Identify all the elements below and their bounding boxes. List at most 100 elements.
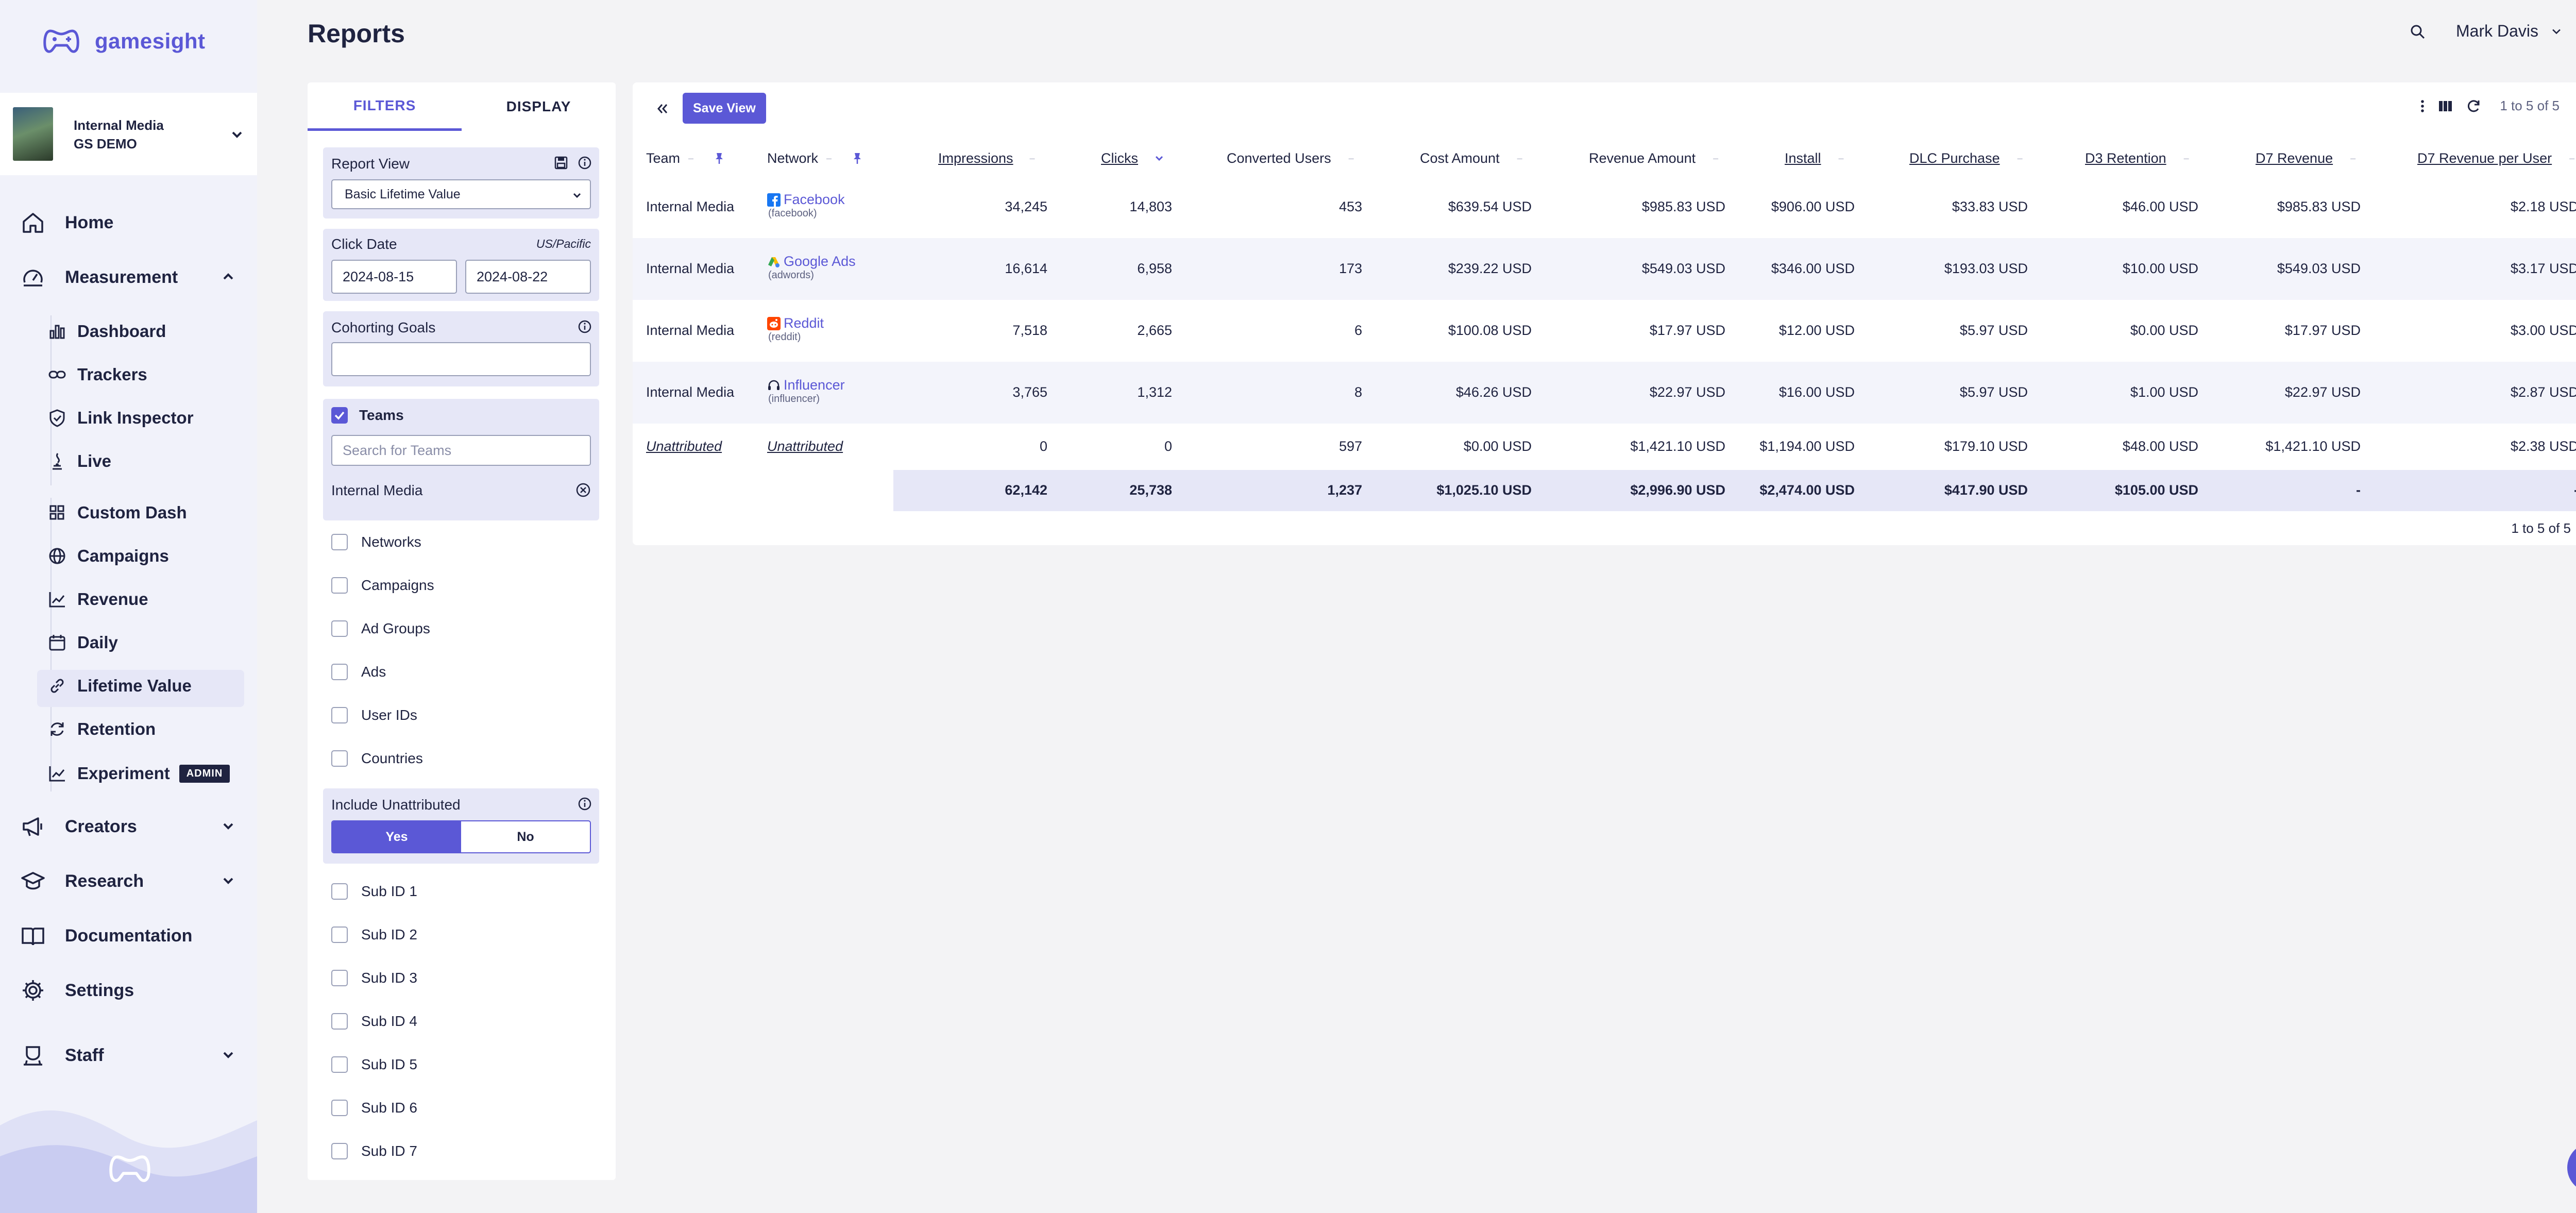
teams-checkbox[interactable]: [331, 407, 348, 424]
column-header-clicks[interactable]: Clicks: [1101, 140, 1165, 176]
columns-icon[interactable]: [2438, 99, 2453, 113]
yes-button[interactable]: Yes: [332, 821, 461, 852]
user-menu[interactable]: Mark Davis: [2456, 22, 2563, 41]
column-header-install[interactable]: Install –: [1785, 140, 1844, 176]
app-logo[interactable]: gamesight: [43, 28, 206, 55]
sub-id-4-checkbox[interactable]: [331, 1013, 348, 1030]
org-switcher[interactable]: Internal Media GS DEMO: [0, 93, 257, 175]
save-icon[interactable]: [554, 156, 568, 170]
column-header-d7-revenue-per-user[interactable]: D7 Revenue per User –: [2417, 140, 2574, 176]
nav-dashboard[interactable]: Dashboard: [47, 322, 166, 341]
date-end-input[interactable]: 2024-08-22: [465, 260, 591, 294]
ads-checkbox[interactable]: [331, 664, 348, 680]
info-icon[interactable]: [578, 319, 592, 334]
campaigns-checkbox[interactable]: [331, 577, 348, 594]
network-link[interactable]: Google Ads: [767, 254, 856, 269]
info-icon[interactable]: [578, 156, 592, 170]
user-ids-option[interactable]: User IDs: [331, 707, 417, 723]
network-name[interactable]: Google Ads: [784, 254, 856, 269]
column-header-converted-users[interactable]: Converted Users –: [1227, 140, 1354, 176]
collapse-panel-icon[interactable]: [654, 101, 670, 116]
column-header-dlc-purchase[interactable]: DLC Purchase –: [1909, 140, 2023, 176]
nav-lifetime-value[interactable]: Lifetime Value: [47, 676, 192, 696]
sub-id-option[interactable]: Sub ID 2: [331, 926, 417, 943]
chevron-down-icon[interactable]: [221, 873, 236, 888]
sub-id-option[interactable]: Sub ID 7: [331, 1143, 417, 1159]
sub-id-option[interactable]: Sub ID 1: [331, 883, 417, 900]
network-name[interactable]: Influencer: [784, 377, 845, 393]
revenue-amount-cell: $17.97 USD: [1649, 323, 1725, 338]
tab-filters[interactable]: FILTERS: [308, 82, 462, 131]
networks-option[interactable]: Networks: [331, 534, 421, 550]
nav-documentation[interactable]: Documentation: [21, 923, 192, 948]
column-header-d3-retention[interactable]: D3 Retention –: [2085, 140, 2189, 176]
network-name[interactable]: Facebook: [784, 192, 845, 208]
ad-groups-checkbox[interactable]: [331, 620, 348, 637]
network-name[interactable]: Reddit: [784, 315, 824, 331]
date-start-input[interactable]: 2024-08-15: [331, 260, 457, 294]
sub-id-option[interactable]: Sub ID 4: [331, 1013, 417, 1030]
nav-campaigns[interactable]: Campaigns: [47, 546, 169, 566]
countries-option[interactable]: Countries: [331, 750, 423, 767]
column-header-network[interactable]: Network –: [767, 140, 862, 176]
nav-creators[interactable]: Creators: [21, 814, 137, 839]
nav-live[interactable]: Live: [47, 451, 111, 471]
cohorting-goals-input[interactable]: [331, 342, 591, 376]
chat-button[interactable]: [2567, 1143, 2576, 1192]
chevron-down-icon[interactable]: [221, 818, 236, 834]
nav-trackers[interactable]: Trackers: [47, 365, 147, 384]
networks-checkbox[interactable]: [331, 534, 348, 550]
chevron-down-icon[interactable]: [221, 1047, 236, 1063]
nav-research[interactable]: Research: [21, 869, 144, 894]
nav-staff[interactable]: Staff: [21, 1043, 104, 1068]
teams-search-input[interactable]: Search for Teams: [331, 435, 591, 466]
nav-daily[interactable]: Daily: [47, 633, 118, 652]
column-header-cost-amount[interactable]: Cost Amount –: [1420, 140, 1522, 176]
column-header-revenue-amount[interactable]: Revenue Amount –: [1589, 140, 1718, 176]
nav-experiment[interactable]: Experiment ADMIN: [47, 764, 230, 783]
user-ids-checkbox[interactable]: [331, 707, 348, 723]
report-view-select[interactable]: Basic Lifetime Value: [331, 179, 591, 209]
staff-icon: [21, 1043, 45, 1068]
search-icon[interactable]: [2410, 24, 2426, 40]
info-icon[interactable]: [578, 797, 592, 811]
ad-groups-option[interactable]: Ad Groups: [331, 620, 430, 637]
chevron-up-icon[interactable]: [221, 269, 236, 284]
more-vertical-icon[interactable]: [2419, 98, 2426, 114]
pin-icon[interactable]: [852, 151, 862, 165]
column-header-team[interactable]: Team –: [646, 140, 724, 176]
campaigns-option[interactable]: Campaigns: [331, 577, 434, 594]
sub-id-7-checkbox[interactable]: [331, 1143, 348, 1159]
network-cell[interactable]: Unattributed: [767, 439, 843, 454]
impressions-cell: 3,765: [1012, 384, 1047, 400]
sub-id-3-checkbox[interactable]: [331, 970, 348, 986]
nav-revenue[interactable]: Revenue: [47, 589, 148, 609]
network-link[interactable]: Reddit: [767, 315, 824, 331]
nav-home[interactable]: Home: [21, 210, 113, 235]
remove-circle-icon[interactable]: [574, 481, 592, 499]
sub-id-2-checkbox[interactable]: [331, 926, 348, 943]
refresh-icon[interactable]: [2466, 98, 2481, 114]
countries-checkbox[interactable]: [331, 750, 348, 767]
sub-id-option[interactable]: Sub ID 6: [331, 1100, 417, 1116]
pin-icon[interactable]: [714, 151, 724, 165]
sub-id-6-checkbox[interactable]: [331, 1100, 348, 1116]
no-button[interactable]: No: [461, 821, 590, 852]
sub-id-1-checkbox[interactable]: [331, 883, 348, 900]
column-header-d7-revenue[interactable]: D7 Revenue –: [2256, 140, 2355, 176]
column-header-impressions[interactable]: Impressions –: [938, 140, 1035, 176]
nav-retention[interactable]: Retention: [47, 719, 156, 739]
nav-measurement[interactable]: Measurement: [21, 265, 178, 290]
sub-id-5-checkbox[interactable]: [331, 1056, 348, 1073]
tab-display[interactable]: DISPLAY: [462, 82, 616, 131]
nav-link-inspector[interactable]: Link Inspector: [47, 408, 194, 428]
sub-id-option[interactable]: Sub ID 3: [331, 970, 417, 986]
save-view-button[interactable]: Save View: [683, 93, 766, 124]
ads-option[interactable]: Ads: [331, 664, 386, 680]
network-link[interactable]: Influencer: [767, 377, 845, 393]
nav-custom-dash[interactable]: Custom Dash: [47, 503, 187, 523]
sub-id-option[interactable]: Sub ID 5: [331, 1056, 417, 1073]
team-cell[interactable]: Unattributed: [646, 439, 722, 454]
nav-settings[interactable]: Settings: [21, 978, 134, 1003]
network-link[interactable]: Facebook: [767, 192, 845, 208]
